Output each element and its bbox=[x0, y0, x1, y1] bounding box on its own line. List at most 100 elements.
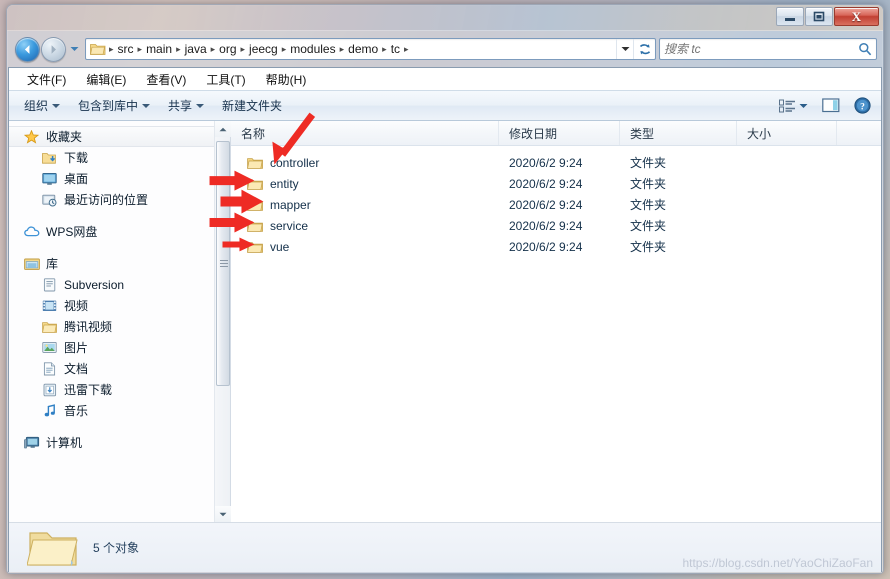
include-in-library-button[interactable]: 包含到库中 bbox=[69, 94, 159, 117]
navigation-pane: 收藏夹 下载 桌面 最近访问的位置 WPS网盘 库 Subversion 视频 … bbox=[9, 121, 231, 522]
menu-help[interactable]: 帮助(H) bbox=[258, 69, 315, 90]
client-area: 文件(F) 编辑(E) 查看(V) 工具(T) 帮助(H) 组织 包含到库中 共… bbox=[8, 67, 882, 572]
table-row[interactable]: vue 2020/6/2 9:24 文件夹 bbox=[231, 236, 881, 257]
search-box[interactable] bbox=[659, 38, 877, 60]
breadcrumb-item-java[interactable]: java bbox=[182, 41, 210, 57]
menu-edit[interactable]: 编辑(E) bbox=[78, 69, 134, 90]
window-controls: X bbox=[776, 7, 879, 26]
sidebar-item-subversion[interactable]: Subversion bbox=[9, 274, 214, 295]
search-icon[interactable] bbox=[858, 42, 872, 56]
sidebar-item-thunder-download[interactable]: 迅雷下载 bbox=[9, 379, 214, 400]
menu-bar: 文件(F) 编辑(E) 查看(V) 工具(T) 帮助(H) bbox=[9, 68, 881, 90]
breadcrumb-item-modules[interactable]: modules bbox=[287, 41, 338, 57]
sidebar-item-pictures[interactable]: 图片 bbox=[9, 337, 214, 358]
chevron-down-icon bbox=[70, 47, 78, 51]
breadcrumb-item-src[interactable]: src bbox=[115, 41, 137, 57]
preview-pane-icon bbox=[822, 98, 840, 113]
command-toolbar: 组织 包含到库中 共享 新建文件夹 ? bbox=[9, 90, 881, 121]
sidebar-item-label: 收藏夹 bbox=[46, 130, 83, 144]
file-modified-cell: 2020/6/2 9:24 bbox=[509, 197, 583, 212]
file-name-label: controller bbox=[270, 155, 320, 170]
scroll-down-button[interactable] bbox=[215, 506, 231, 522]
organize-button[interactable]: 组织 bbox=[15, 94, 69, 117]
folder-icon bbox=[247, 220, 263, 232]
sidebar-item-documents[interactable]: 文档 bbox=[9, 358, 214, 379]
column-header-size[interactable]: 大小 bbox=[737, 121, 837, 145]
file-name-label: mapper bbox=[270, 197, 311, 212]
table-row[interactable]: mapper 2020/6/2 9:24 文件夹 bbox=[231, 194, 881, 215]
chevron-down-icon bbox=[621, 47, 629, 51]
breadcrumb-item-demo[interactable]: demo bbox=[345, 41, 381, 57]
explorer-window: X ▸ src ▸ main ▸ java ▸ org ▸ jeecg ▸ mo… bbox=[6, 4, 884, 574]
file-modified-cell: 2020/6/2 9:24 bbox=[509, 155, 583, 170]
file-type-cell: 文件夹 bbox=[630, 177, 667, 191]
back-button[interactable] bbox=[15, 36, 40, 62]
chevron-up-icon bbox=[219, 127, 227, 131]
new-folder-button[interactable]: 新建文件夹 bbox=[213, 94, 291, 117]
sidebar-item-tencent-video[interactable]: 腾讯视频 bbox=[9, 316, 214, 337]
video-icon bbox=[41, 298, 58, 314]
sidebar-item-label: 音乐 bbox=[64, 404, 89, 418]
minimize-icon bbox=[785, 17, 795, 21]
address-bar[interactable]: ▸ src ▸ main ▸ java ▸ org ▸ jeecg ▸ modu… bbox=[85, 38, 656, 60]
sidebar-item-libraries[interactable]: 库 bbox=[9, 253, 214, 274]
breadcrumb-item-tc[interactable]: tc bbox=[388, 41, 403, 57]
sidebar-item-music[interactable]: 音乐 bbox=[9, 400, 214, 421]
scrollbar-grip bbox=[220, 259, 228, 268]
menu-tools[interactable]: 工具(T) bbox=[198, 69, 253, 90]
column-header-modified[interactable]: 修改日期 bbox=[499, 121, 620, 145]
scrollbar-thumb[interactable] bbox=[216, 141, 230, 386]
restore-button[interactable] bbox=[805, 7, 833, 26]
search-input[interactable] bbox=[664, 42, 858, 56]
sidebar-item-downloads[interactable]: 下载 bbox=[9, 147, 214, 168]
minimize-button[interactable] bbox=[776, 7, 804, 26]
column-header-type[interactable]: 类型 bbox=[620, 121, 737, 145]
breadcrumb-item-org[interactable]: org bbox=[216, 41, 239, 57]
library-icon bbox=[23, 256, 40, 272]
breadcrumb-item-jeecg[interactable]: jeecg bbox=[246, 41, 281, 57]
file-name-cell: controller bbox=[231, 156, 499, 170]
view-options-button[interactable] bbox=[775, 96, 812, 116]
sidebar-item-videos[interactable]: 视频 bbox=[9, 295, 214, 316]
file-name-label: entity bbox=[270, 176, 299, 191]
table-row[interactable]: controller 2020/6/2 9:24 文件夹 bbox=[231, 152, 881, 173]
help-button[interactable]: ? bbox=[850, 94, 875, 117]
back-arrow-icon bbox=[25, 44, 30, 54]
column-header-row: 名称 修改日期 类型 大小 bbox=[231, 121, 881, 146]
breadcrumb-separator: ▸ bbox=[404, 43, 409, 54]
file-name-cell: service bbox=[231, 219, 499, 233]
sidebar-item-label: 桌面 bbox=[64, 172, 89, 186]
share-button[interactable]: 共享 bbox=[159, 94, 213, 117]
scroll-up-button[interactable] bbox=[215, 121, 231, 137]
column-header-name[interactable]: 名称 bbox=[231, 121, 499, 145]
sidebar-item-label: 视频 bbox=[64, 299, 89, 313]
refresh-button[interactable] bbox=[633, 39, 655, 59]
restore-icon bbox=[813, 11, 825, 22]
table-row[interactable]: service 2020/6/2 9:24 文件夹 bbox=[231, 215, 881, 236]
organize-label: 组织 bbox=[24, 99, 49, 113]
pictures-icon bbox=[41, 340, 58, 356]
file-name-cell: vue bbox=[231, 240, 499, 254]
breadcrumb-item-main[interactable]: main bbox=[143, 41, 175, 57]
history-dropdown-button[interactable] bbox=[67, 46, 81, 52]
breadcrumb: ▸ src ▸ main ▸ java ▸ org ▸ jeecg ▸ modu… bbox=[86, 41, 616, 57]
table-row[interactable]: entity 2020/6/2 9:24 文件夹 bbox=[231, 173, 881, 194]
menu-file[interactable]: 文件(F) bbox=[19, 69, 74, 90]
sidebar-item-favorites[interactable]: 收藏夹 bbox=[9, 126, 214, 147]
sidebar-item-recent-places[interactable]: 最近访问的位置 bbox=[9, 189, 214, 210]
address-bar-row: ▸ src ▸ main ▸ java ▸ org ▸ jeecg ▸ modu… bbox=[7, 31, 883, 67]
address-dropdown-button[interactable] bbox=[616, 39, 633, 59]
preview-pane-button[interactable] bbox=[818, 95, 844, 116]
navigation-scrollbar[interactable] bbox=[214, 121, 231, 522]
sidebar-item-computer[interactable]: 计算机 bbox=[9, 432, 214, 453]
forward-button[interactable] bbox=[41, 36, 66, 62]
sidebar-item-wps-cloud[interactable]: WPS网盘 bbox=[9, 221, 214, 242]
star-icon bbox=[23, 129, 40, 145]
close-button[interactable]: X bbox=[834, 7, 879, 26]
close-icon: X bbox=[851, 9, 862, 24]
sidebar-item-desktop[interactable]: 桌面 bbox=[9, 168, 214, 189]
chevron-down-icon bbox=[52, 103, 61, 108]
menu-view[interactable]: 查看(V) bbox=[138, 69, 194, 90]
file-rows: controller 2020/6/2 9:24 文件夹 entity 2020… bbox=[231, 146, 881, 522]
